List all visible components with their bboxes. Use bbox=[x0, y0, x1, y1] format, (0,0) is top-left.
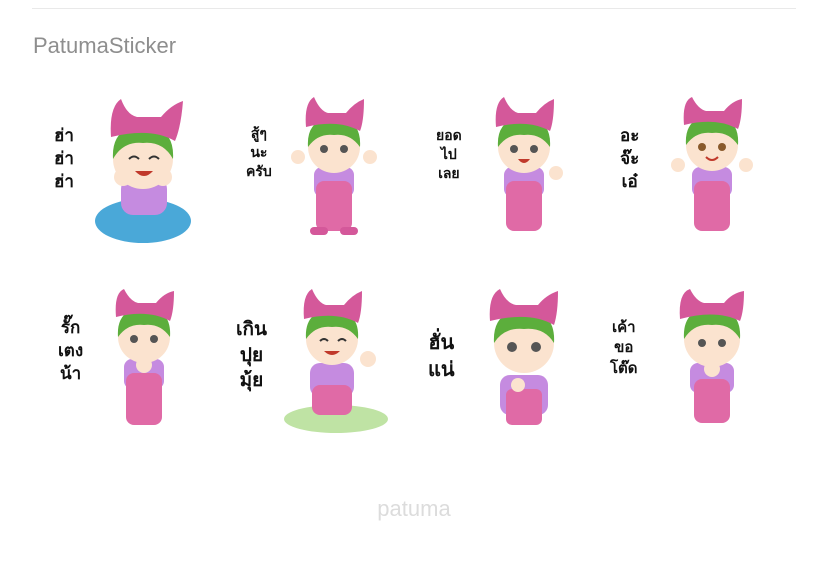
sticker-pack-title: PatumaSticker bbox=[33, 33, 177, 58]
boy-apologizing-icon bbox=[679, 289, 744, 423]
sticker-grid: ฮ่า ฮ่า ฮ่า สู้ๆ นะ ครับ ยอด ไป เลย อะ จ… bbox=[36, 85, 796, 465]
boy-thumbs-up-icon bbox=[495, 97, 563, 231]
sticker-caption: ฮ่า ฮ่า ฮ่า bbox=[54, 126, 74, 192]
boy-laughing-on-cushion-icon bbox=[95, 99, 191, 243]
sticker-6[interactable]: เกิน ปุย มุ้ย bbox=[226, 277, 416, 469]
sticker-caption: เค้า ขอ โต๊ด bbox=[610, 318, 638, 377]
sticker-8[interactable]: เค้า ขอ โต๊ด bbox=[606, 277, 796, 469]
author-footer: patuma bbox=[377, 496, 451, 521]
sticker-caption: เกิน ปุย มุ้ย bbox=[236, 318, 267, 392]
sticker-3[interactable]: ยอด ไป เลย bbox=[416, 85, 606, 277]
top-divider bbox=[32, 8, 796, 9]
sticker-caption: สู้ๆ นะ ครับ bbox=[246, 126, 272, 180]
boy-love-hands-icon bbox=[115, 289, 174, 425]
boy-fighting-pose-icon bbox=[291, 97, 377, 235]
sticker-caption: ฮั่น แน่ bbox=[428, 330, 455, 381]
sticker-5[interactable]: รั๊ก เตง น้า bbox=[36, 277, 226, 469]
boy-peekaboo-icon bbox=[671, 97, 753, 231]
boy-thinking-icon bbox=[489, 289, 558, 425]
sticker-2[interactable]: สู้ๆ นะ ครับ bbox=[226, 85, 416, 277]
sticker-caption: รั๊ก เตง น้า bbox=[58, 318, 84, 384]
sticker-caption: ยอด ไป เลย bbox=[436, 128, 462, 182]
sticker-4[interactable]: อะ จ๊ะ เอ๋ bbox=[606, 85, 796, 277]
sticker-caption: อะ จ๊ะ เอ๋ bbox=[620, 126, 640, 192]
boy-crying-kneeling-icon bbox=[284, 289, 388, 433]
sticker-7[interactable]: ฮั่น แน่ bbox=[416, 277, 606, 469]
sticker-1[interactable]: ฮ่า ฮ่า ฮ่า bbox=[36, 85, 226, 277]
